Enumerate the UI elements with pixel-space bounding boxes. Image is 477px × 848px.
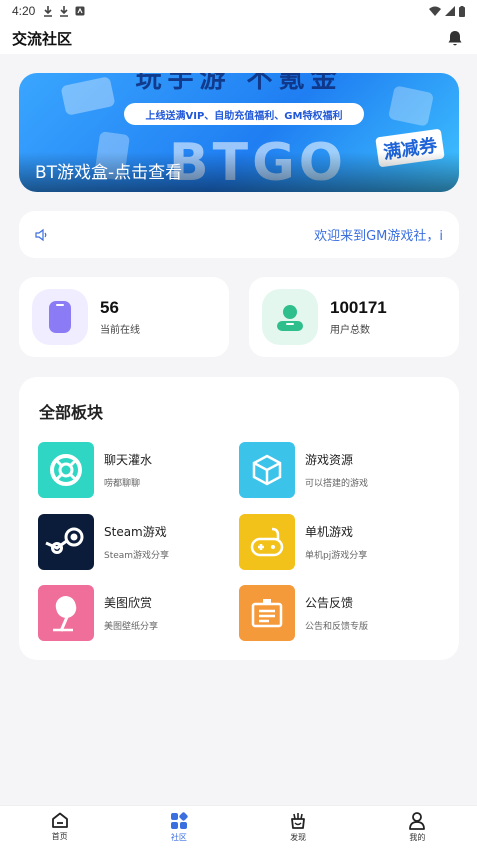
announcement-bar[interactable]: 欢迎来到GM游戏社，i	[19, 211, 459, 258]
tab-label: 发现	[290, 832, 307, 842]
bottom-tab-bar: 首页 社区 发现 我的	[0, 805, 477, 848]
section-desc: Steam游戏分享	[104, 551, 170, 561]
user-icon	[262, 289, 318, 345]
cube-icon	[239, 442, 295, 498]
section-desc: 可以搭建的游戏	[305, 479, 369, 489]
section-name: 单机游戏	[305, 525, 354, 539]
section-steam[interactable]: Steam游戏 Steam游戏分享	[38, 514, 228, 570]
user-count-card: 100171 用户总数	[249, 277, 459, 357]
section-desc: 单机pj游戏分享	[305, 551, 368, 561]
steam-icon	[38, 514, 94, 570]
tab-home[interactable]: 首页	[0, 806, 119, 848]
section-name: 公告反馈	[305, 596, 354, 610]
banner-headline: 玩手游 不氪金	[135, 73, 343, 94]
speaker-icon	[35, 227, 51, 243]
signal-icon	[445, 6, 455, 16]
section-single-player[interactable]: 单机游戏 单机pj游戏分享	[239, 514, 429, 570]
section-wallpapers[interactable]: 美图欣赏 美图壁纸分享	[38, 585, 228, 641]
notice-board-icon	[239, 585, 295, 641]
tab-label: 我的	[409, 832, 426, 842]
icecream-icon	[38, 585, 94, 641]
tab-discover[interactable]: 发现	[239, 806, 358, 848]
tab-community[interactable]: 社区	[119, 806, 238, 848]
gamepad-icon	[239, 514, 295, 570]
section-name: Steam游戏	[104, 525, 167, 539]
phone-icon	[32, 289, 88, 345]
section-game-resources[interactable]: 游戏资源 可以搭建的游戏	[239, 442, 429, 498]
section-desc: 公告和反馈专版	[305, 622, 369, 632]
tab-label: 首页	[51, 832, 68, 841]
status-time: 4:20	[12, 4, 36, 18]
announcement-text: 欢迎来到GM游戏社，i	[314, 229, 443, 244]
section-announcements[interactable]: 公告反馈 公告和反馈专版	[239, 585, 429, 641]
status-left-icons	[43, 5, 85, 17]
community-icon	[170, 811, 188, 829]
battery-icon	[459, 5, 465, 17]
section-desc: 美图壁纸分享	[104, 622, 159, 632]
tab-label: 社区	[170, 832, 187, 842]
tab-profile[interactable]: 我的	[358, 806, 477, 848]
status-bar: 4:20	[0, 0, 477, 22]
online-count: 56	[100, 298, 119, 317]
promo-banner[interactable]: 玩手游 不氪金 上线送满VIP、自助充值福利、GM特权福利 BTGO 满减券 B…	[19, 73, 459, 192]
page-title: 交流社区	[12, 29, 73, 48]
user-count-label: 用户总数	[330, 325, 370, 336]
app-icon	[75, 6, 85, 16]
online-count-label: 当前在线	[100, 325, 140, 336]
app-bar: 交流社区	[0, 22, 477, 54]
sections-card: 全部板块 聊天灌水 唠都聊聊 游戏资源 可以搭建的游戏 Steam游戏 Stea…	[19, 377, 459, 660]
bell-icon[interactable]	[445, 28, 465, 48]
banner-benefits-pill: 上线送满VIP、自助充值福利、GM特权福利	[124, 103, 364, 125]
lifebuoy-icon	[38, 442, 94, 498]
section-chat[interactable]: 聊天灌水 唠都聊聊	[38, 442, 228, 498]
section-desc: 唠都聊聊	[104, 479, 141, 489]
wifi-icon	[429, 6, 441, 16]
sections-heading: 全部板块	[39, 403, 104, 422]
online-count-card: 56 当前在线	[19, 277, 229, 357]
section-name: 美图欣赏	[104, 596, 153, 610]
section-name: 聊天灌水	[104, 453, 153, 467]
user-count: 100171	[330, 298, 387, 317]
profile-icon	[409, 811, 426, 830]
home-icon	[51, 812, 68, 828]
discover-icon	[291, 812, 306, 829]
download-icon	[44, 6, 53, 17]
download-icon	[60, 6, 69, 17]
section-name: 游戏资源	[305, 453, 354, 467]
banner-caption: BT游戏盒-点击查看	[35, 163, 183, 183]
status-right-icons	[429, 5, 465, 17]
